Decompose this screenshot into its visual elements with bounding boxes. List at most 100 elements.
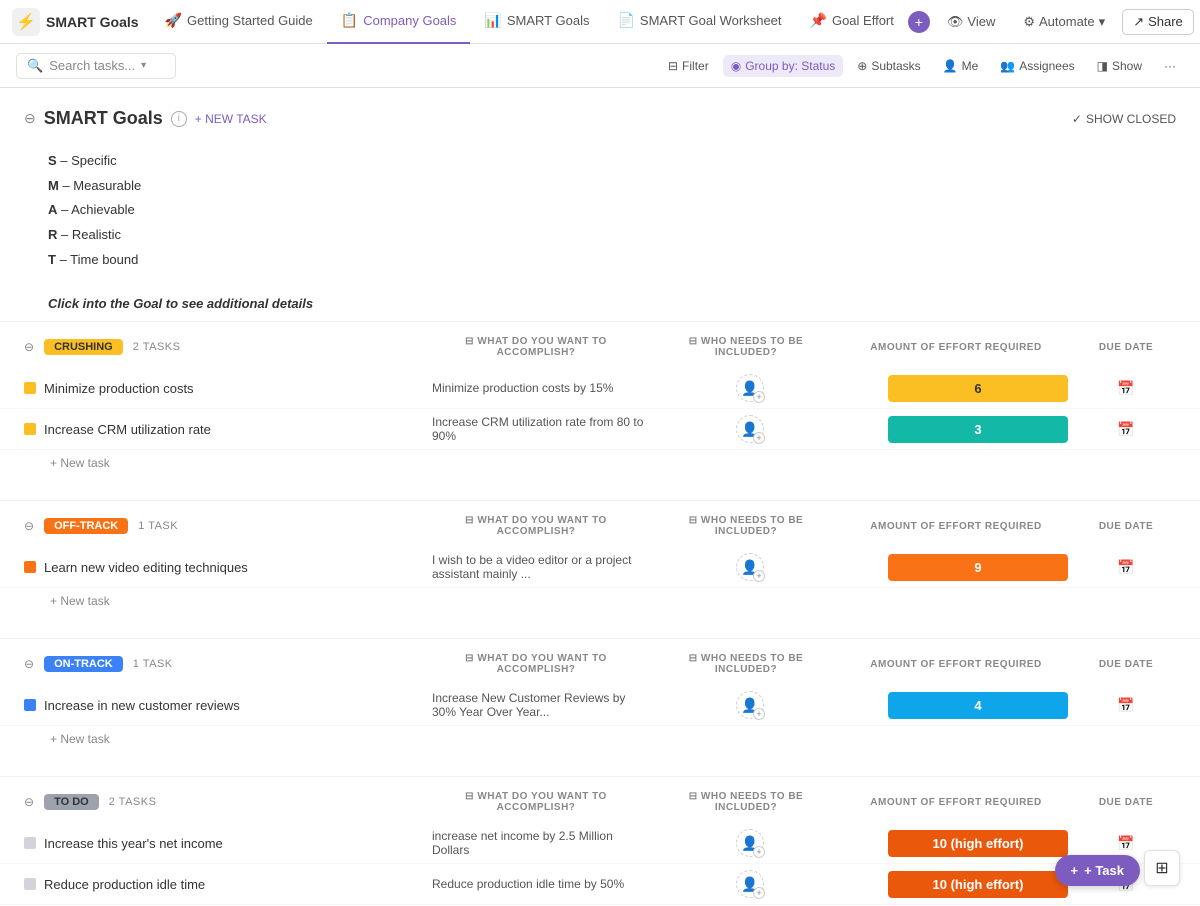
due-date-cell[interactable]: 📅 [1076,421,1176,438]
group-header-to-do: ⊖ TO DO 2 TASKS ⊟ WHAT DO YOU WANT TO AC… [0,776,1200,823]
group-header-off-track: ⊖ OFF-TRACK 1 TASK ⊟ WHAT DO YOU WANT TO… [0,500,1200,547]
avatar[interactable]: 👤 + [736,870,764,898]
me-icon: 👤 [943,59,958,73]
show-closed-button[interactable]: ✓ SHOW CLOSED [1072,112,1176,126]
search-box[interactable]: 🔍 Search tasks... ▾ [16,53,176,79]
col-due-crushing: DUE DATE [1076,342,1176,353]
col-effort-on-track: AMOUNT OF EFFORT REQUIRED [846,659,1066,670]
main-content: ⊖ SMART Goals i + NEW TASK ✓ SHOW CLOSED… [0,88,1200,906]
col-accomplish-to-do: ⊟ WHAT DO YOU WANT TO ACCOMPLISH? [426,791,646,813]
due-date-cell[interactable]: 📅 [1076,380,1176,397]
new-task-row-off-track[interactable]: + New task [0,588,1200,614]
group-by-button[interactable]: ◉ Group by: Status [723,55,844,77]
search-placeholder: Search tasks... [49,58,135,73]
task-row[interactable]: Increase CRM utilization rate Increase C… [0,409,1200,450]
filter-label: Filter [682,59,709,73]
add-task-fab[interactable]: + + Task [1055,855,1140,886]
grid-view-button[interactable]: ⊞ [1144,850,1180,886]
task-accomplish: Increase New Customer Reviews by 30% Yea… [432,691,652,719]
task-name: Minimize production costs [44,381,194,396]
task-row[interactable]: Reduce production idle time Reduce produ… [0,864,1200,905]
groups-container: ⊖ CRUSHING 2 TASKS ⊟ WHAT DO YOU WANT TO… [0,321,1200,906]
add-assignee-icon[interactable]: + [753,708,765,720]
task-dot [24,561,36,573]
more-button[interactable]: ··· [1156,55,1184,77]
tab-goal-effort[interactable]: 📌 Goal Effort [796,0,908,44]
smart-letter: T [48,252,56,267]
avatar[interactable]: 👤 + [736,415,764,443]
new-task-row-crushing[interactable]: + New task [0,450,1200,476]
tab-getting-started[interactable]: 🚀 Getting Started Guide [151,0,327,44]
avatar[interactable]: 👤 + [736,829,764,857]
col-who-crushing: ⊟ WHO NEEDS TO BE INCLUDED? [656,336,836,358]
add-assignee-icon[interactable]: + [753,846,765,858]
new-task-row-on-track[interactable]: + New task [0,726,1200,752]
app-logo: ⚡ SMART Goals [12,8,139,36]
show-button[interactable]: ◨ Show [1089,55,1150,77]
task-name: Increase CRM utilization rate [44,422,211,437]
add-assignee-icon[interactable]: + [753,887,765,899]
avatar[interactable]: 👤 + [736,374,764,402]
task-row[interactable]: Increase in new customer reviews Increas… [0,685,1200,726]
task-count-to-do: 2 TASKS [109,796,157,808]
due-date-cell[interactable]: 📅 [1076,559,1176,576]
smart-goals-icon: 📊 [484,12,501,29]
info-icon[interactable]: i [171,111,187,127]
status-badge-off-track[interactable]: OFF-TRACK [44,518,128,534]
search-icon: 🔍 [27,58,43,74]
filter-icon: ⊟ [668,59,678,73]
task-row[interactable]: Learn new video editing techniques I wis… [0,547,1200,588]
group-by-icon: ◉ [731,59,741,73]
status-badge-on-track[interactable]: ON-TRACK [44,656,123,672]
group-toggle-to-do[interactable]: ⊖ [24,795,34,809]
group-to-do: ⊖ TO DO 2 TASKS ⊟ WHAT DO YOU WANT TO AC… [0,776,1200,906]
effort-badge: 9 [888,554,1068,581]
task-who: 👤 + [660,374,840,402]
tab-company-goals-label: Company Goals [363,13,456,28]
col-effort-to-do: AMOUNT OF EFFORT REQUIRED [846,797,1066,808]
group-toggle-crushing[interactable]: ⊖ [24,340,34,354]
tab-company-goals[interactable]: 📋 Company Goals [327,0,471,44]
section-title: SMART Goals [44,108,163,129]
avatar[interactable]: 👤 + [736,553,764,581]
avatar[interactable]: 👤 + [736,691,764,719]
tab-smart-goals[interactable]: 📊 SMART Goals [470,0,603,44]
share-button[interactable]: ↗ Share [1122,9,1194,35]
filter-button[interactable]: ⊟ Filter [660,55,717,77]
tab-smart-goal-worksheet-label: SMART Goal Worksheet [640,13,782,28]
smart-list-item: A – Achievable [48,198,1176,223]
subtasks-button[interactable]: ⊕ Subtasks [849,55,928,77]
add-assignee-icon[interactable]: + [753,391,765,403]
view-button[interactable]: 👁 View [936,9,1006,35]
task-dot [24,382,36,394]
status-badge-to-do[interactable]: TO DO [44,794,99,810]
col-accomplish-crushing: ⊟ WHAT DO YOU WANT TO ACCOMPLISH? [426,336,646,358]
group-toggle-on-track[interactable]: ⊖ [24,657,34,671]
automate-icon: ⚙ [1023,14,1035,30]
task-row[interactable]: Minimize production costs Minimize produ… [0,368,1200,409]
assignees-button[interactable]: 👥 Assignees [992,55,1082,77]
new-task-button[interactable]: + NEW TASK [195,112,267,126]
tab-smart-goal-worksheet[interactable]: 📄 SMART Goal Worksheet [603,0,795,44]
add-assignee-icon[interactable]: + [753,432,765,444]
add-assignee-icon[interactable]: + [753,570,765,582]
task-name: Increase in new customer reviews [44,698,240,713]
automate-button[interactable]: ⚙ Automate ▾ [1012,9,1116,35]
toolbar: 🔍 Search tasks... ▾ ⊟ Filter ◉ Group by:… [0,44,1200,88]
task-row[interactable]: Increase this year's net income increase… [0,823,1200,864]
status-badge-crushing[interactable]: CRUSHING [44,339,123,355]
section-toggle[interactable]: ⊖ [24,110,36,127]
col-due-to-do: DUE DATE [1076,797,1176,808]
task-name-cell: Learn new video editing techniques [24,560,424,575]
more-icon: ··· [1164,59,1176,73]
group-toggle-off-track[interactable]: ⊖ [24,519,34,533]
effort-badge: 10 (high effort) [888,830,1068,857]
due-date-cell[interactable]: 📅 [1076,697,1176,714]
task-name-cell: Minimize production costs [24,381,424,396]
smart-letter: M [48,178,59,193]
search-chevron-icon: ▾ [141,60,146,71]
col-who-on-track: ⊟ WHO NEEDS TO BE INCLUDED? [656,653,836,675]
add-view-button[interactable]: + [908,11,930,33]
automate-label: Automate [1039,14,1095,29]
me-button[interactable]: 👤 Me [935,55,987,77]
